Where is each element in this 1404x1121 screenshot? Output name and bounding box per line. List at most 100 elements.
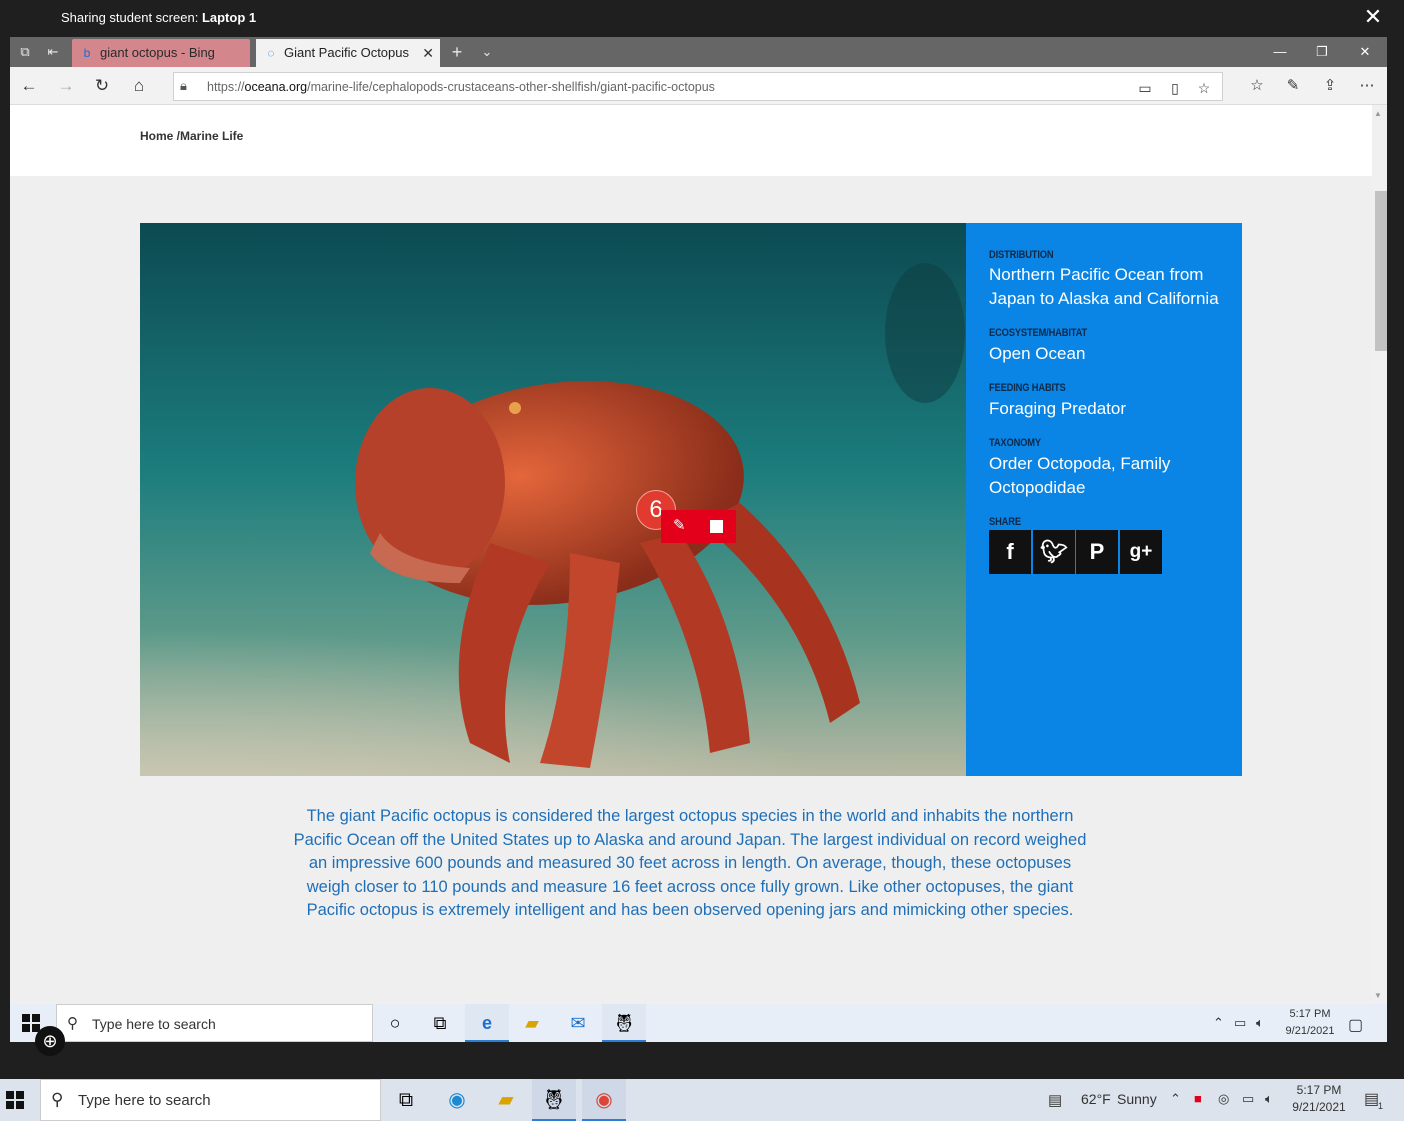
clock-time: 5:17 PM (1289, 1008, 1331, 1020)
taskbar-clock[interactable]: 5:17 PM 9/21/2021 (1276, 1006, 1344, 1040)
clock-date: 9/21/2021 (1292, 1100, 1346, 1114)
tab-actions-icon[interactable]: ⧉ (16, 43, 34, 61)
minimize-button[interactable]: — (1269, 42, 1291, 62)
feeding-value: Foraging Predator (989, 399, 1127, 418)
windows-start-icon[interactable] (6, 1091, 24, 1109)
habitat-value: Open Ocean (989, 344, 1086, 363)
cortana-icon[interactable]: ○ (373, 1004, 417, 1042)
loading-icon: ◌ (267, 46, 275, 60)
facebook-share-button[interactable]: f (989, 530, 1031, 574)
chrome-app-icon[interactable]: ◉ (582, 1079, 626, 1121)
network-icon[interactable]: ▭ (1242, 1091, 1254, 1107)
taskbar-search-box[interactable]: ⚲ Type here to search (40, 1079, 381, 1121)
tab-preview-chevron-icon[interactable]: ⌄ (478, 43, 496, 61)
host-taskbar: ⚲ Type here to search ⧉ ◉ ▰ 🦉︎ ◉ ▤ 62°F … (0, 1079, 1404, 1121)
restore-button[interactable]: ❐ (1311, 42, 1333, 62)
close-tab-icon[interactable]: ✕ (422, 39, 434, 67)
refresh-icon[interactable]: ↻ (91, 75, 113, 97)
twitter-share-button[interactable]: 🐦︎ (1033, 530, 1075, 574)
address-bar[interactable]: 🔒︎ https://oceana.org/marine-life/cephal… (173, 72, 1223, 101)
new-tab-icon[interactable]: + (448, 43, 466, 61)
tray-chevron-icon[interactable]: ⌃ (1170, 1091, 1181, 1107)
weather-desc[interactable]: Sunny (1117, 1091, 1157, 1107)
clock-date: 9/21/2021 (1285, 1025, 1335, 1037)
taxonomy-label: TAXONOMY (989, 437, 1041, 449)
sharing-banner: Sharing student screen: Laptop 1 ✕ (0, 0, 1404, 37)
taskbar-search-box[interactable]: ⚲ Type here to search (56, 1004, 373, 1042)
share-label: SHARE (989, 516, 1021, 528)
pinterest-share-button[interactable]: P (1076, 530, 1118, 574)
weather-temp[interactable]: 62°F (1081, 1091, 1111, 1107)
recording-tray-icon[interactable]: ■ (1194, 1091, 1202, 1106)
file-explorer-icon[interactable]: ▰ (510, 1004, 554, 1042)
page-header: Home /Marine Life (10, 105, 1372, 176)
forward-icon[interactable]: → (55, 75, 77, 97)
browser-tab-strip: ⧉ ⇤ b giant octopus - Bing ◌ Giant Pacif… (10, 37, 1387, 67)
taskbar-clock[interactable]: 5:17 PM 9/21/2021 (1284, 1082, 1354, 1116)
tab-label: giant octopus - Bing (100, 45, 215, 60)
owl-app-icon[interactable]: 🦉︎ (602, 1004, 646, 1042)
tab-giant-pacific-octopus[interactable]: ◌ Giant Pacific Octopus ✕ (256, 39, 440, 67)
web-note-icon[interactable]: ✎ (1282, 75, 1304, 97)
distribution-label: DISTRIBUTION (989, 249, 1054, 261)
action-center-icon[interactable]: ▢ (1348, 1015, 1363, 1035)
habitat-label: ECOSYSTEM/HABITAT (989, 327, 1088, 339)
feeding-label: FEEDING HABITS (989, 382, 1066, 394)
google-plus-share-button[interactable]: g+ (1120, 530, 1162, 574)
tab-bing[interactable]: b giant octopus - Bing (72, 39, 250, 67)
close-sharing-button[interactable]: ✕ (1362, 6, 1384, 28)
search-icon: ⚲ (51, 1090, 64, 1109)
scroll-thumb[interactable] (1375, 191, 1387, 351)
clock-time: 5:17 PM (1296, 1083, 1342, 1097)
distribution-value: Northern Pacific Ocean from Japan to Ala… (989, 265, 1219, 308)
favorite-star-icon[interactable]: ☆ (1195, 79, 1213, 97)
back-icon[interactable]: ← (18, 75, 40, 97)
search-placeholder: Type here to search (78, 1092, 211, 1109)
more-icon[interactable]: ⋯ (1356, 75, 1378, 97)
globe-icon: ⊕ (35, 1026, 65, 1056)
notifications-icon[interactable]: ▤ (1364, 1089, 1379, 1109)
camera-icon[interactable]: ◎ (1218, 1091, 1229, 1107)
reading-list-icon[interactable]: ▭ (1136, 79, 1154, 97)
breadcrumb[interactable]: Home /Marine Life (140, 129, 243, 143)
page-viewport: Home /Marine Life 6 ✎ DISTRIBUTION North… (10, 105, 1387, 1004)
annotate-pen-icon[interactable]: ✎ (673, 516, 686, 534)
edge-app-icon[interactable]: e (465, 1004, 509, 1042)
species-info-panel: DISTRIBUTION Northern Pacific Ocean from… (966, 223, 1242, 776)
scroll-up-icon[interactable]: ▲ (1374, 109, 1382, 118)
home-icon[interactable]: ⌂ (128, 75, 150, 97)
task-view-icon[interactable]: ⧉ (384, 1079, 428, 1121)
url-text[interactable]: https://oceana.org/marine-life/cephalopo… (207, 80, 715, 94)
favorites-hub-icon[interactable]: ☆ (1246, 75, 1268, 97)
octopus-photo (140, 223, 967, 776)
edge-app-icon[interactable]: ◉ (435, 1079, 479, 1121)
share-icon[interactable]: ⇪ (1319, 75, 1341, 97)
taxonomy-value: Order Octopoda, Family Octopodidae (989, 454, 1171, 497)
scroll-down-icon[interactable]: ▼ (1374, 991, 1382, 1000)
page-scrollbar[interactable]: ▲ ▼ (1372, 105, 1387, 1004)
reading-view-icon[interactable]: ▯ (1166, 79, 1184, 97)
network-icon[interactable]: ▭ (1234, 1015, 1246, 1031)
file-explorer-icon[interactable]: ▰ (484, 1079, 528, 1121)
recording-toolbar: ✎ (661, 510, 736, 543)
volume-icon[interactable]: 🔈︎ (1265, 1091, 1273, 1107)
remote-taskbar: ⚲ Type here to search ○ ⧉ e ▰ ✉ 🦉︎ ⌃ ▭ 🔈… (10, 1004, 1387, 1042)
weather-icon[interactable]: ▤ (1048, 1091, 1062, 1109)
bing-icon: b (83, 46, 91, 60)
navigation-bar: ← → ↻ ⌂ 🔒︎ https://oceana.org/marine-lif… (10, 67, 1387, 105)
notification-count: 1 (1378, 1101, 1384, 1111)
sharing-text: Sharing student screen: Laptop 1 (61, 10, 257, 25)
search-icon: ⚲ (67, 1015, 78, 1032)
stop-recording-icon[interactable] (710, 520, 723, 533)
tray-chevron-icon[interactable]: ⌃ (1213, 1015, 1224, 1031)
close-window-button[interactable]: ✕ (1354, 42, 1376, 62)
tab-set-aside-icon[interactable]: ⇤ (44, 43, 62, 61)
owl-app-icon[interactable]: 🦉︎ (532, 1079, 576, 1121)
octopus-hero-image (140, 223, 967, 776)
lock-icon: 🔒︎ (180, 78, 187, 93)
windows-start-icon[interactable] (22, 1014, 40, 1032)
volume-icon[interactable]: 🔈︎ (1256, 1015, 1264, 1031)
tab-label: Giant Pacific Octopus (284, 45, 409, 60)
task-view-icon[interactable]: ⧉ (418, 1004, 462, 1042)
mail-icon[interactable]: ✉ (556, 1004, 600, 1042)
